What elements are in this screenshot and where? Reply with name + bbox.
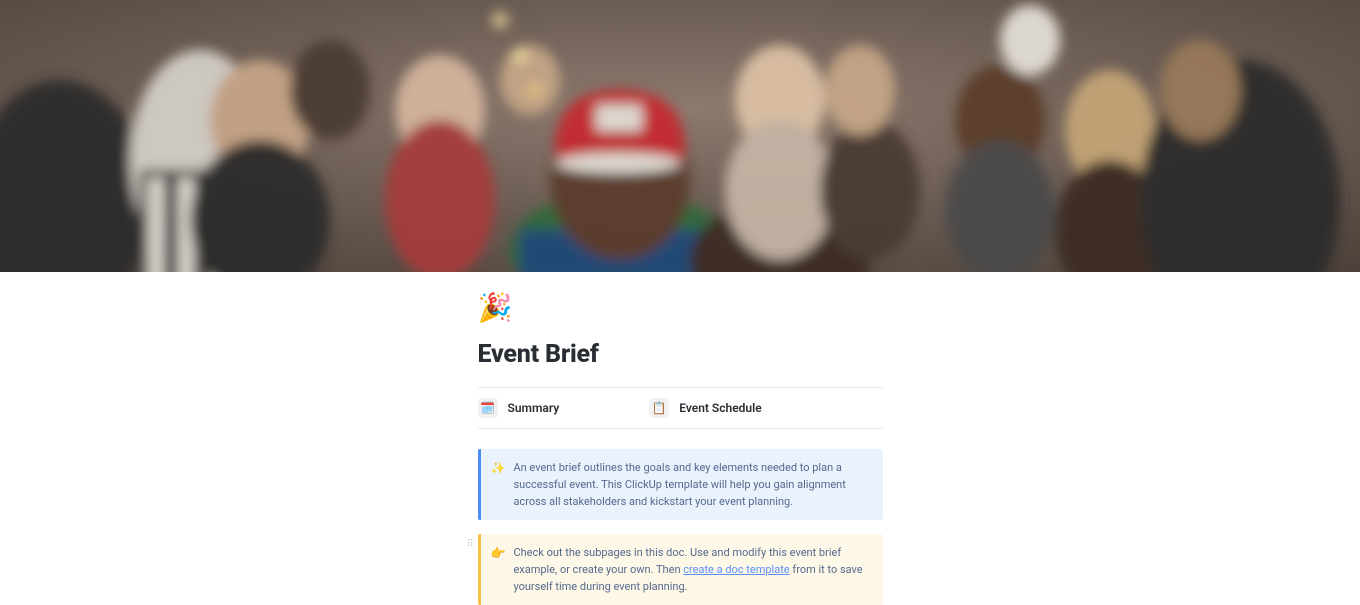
clipboard-icon: 📋 xyxy=(649,398,669,418)
subpage-label: Summary xyxy=(508,401,560,415)
document-content: 🎉 Event Brief 🗓️ Summary 📋 Event Schedul… xyxy=(478,272,883,605)
cover-image xyxy=(0,0,1360,272)
callout-text: Check out the subpages in this doc. Use … xyxy=(513,544,870,595)
callout-info[interactable]: ✨ An event brief outlines the goals and … xyxy=(478,449,883,520)
page-title[interactable]: Event Brief xyxy=(478,340,883,369)
create-doc-template-link[interactable]: create a doc template xyxy=(683,563,789,576)
callout-text: An event brief outlines the goals and ke… xyxy=(513,459,870,510)
page-emoji-icon[interactable]: 🎉 xyxy=(478,294,883,322)
divider xyxy=(478,428,883,429)
subpage-summary[interactable]: 🗓️ Summary xyxy=(478,398,560,418)
subpage-event-schedule[interactable]: 📋 Event Schedule xyxy=(649,398,762,418)
subpage-label: Event Schedule xyxy=(679,401,762,415)
sparkles-icon: ✨ xyxy=(491,459,506,510)
drag-handle-icon[interactable]: ⠿ xyxy=(467,541,473,548)
point-right-icon: 👉 xyxy=(491,544,506,595)
subpages-row: 🗓️ Summary 📋 Event Schedule xyxy=(478,388,883,428)
callout-tip[interactable]: ⠿ 👉 Check out the subpages in this doc. … xyxy=(478,534,883,605)
calendar-icon: 🗓️ xyxy=(478,398,498,418)
